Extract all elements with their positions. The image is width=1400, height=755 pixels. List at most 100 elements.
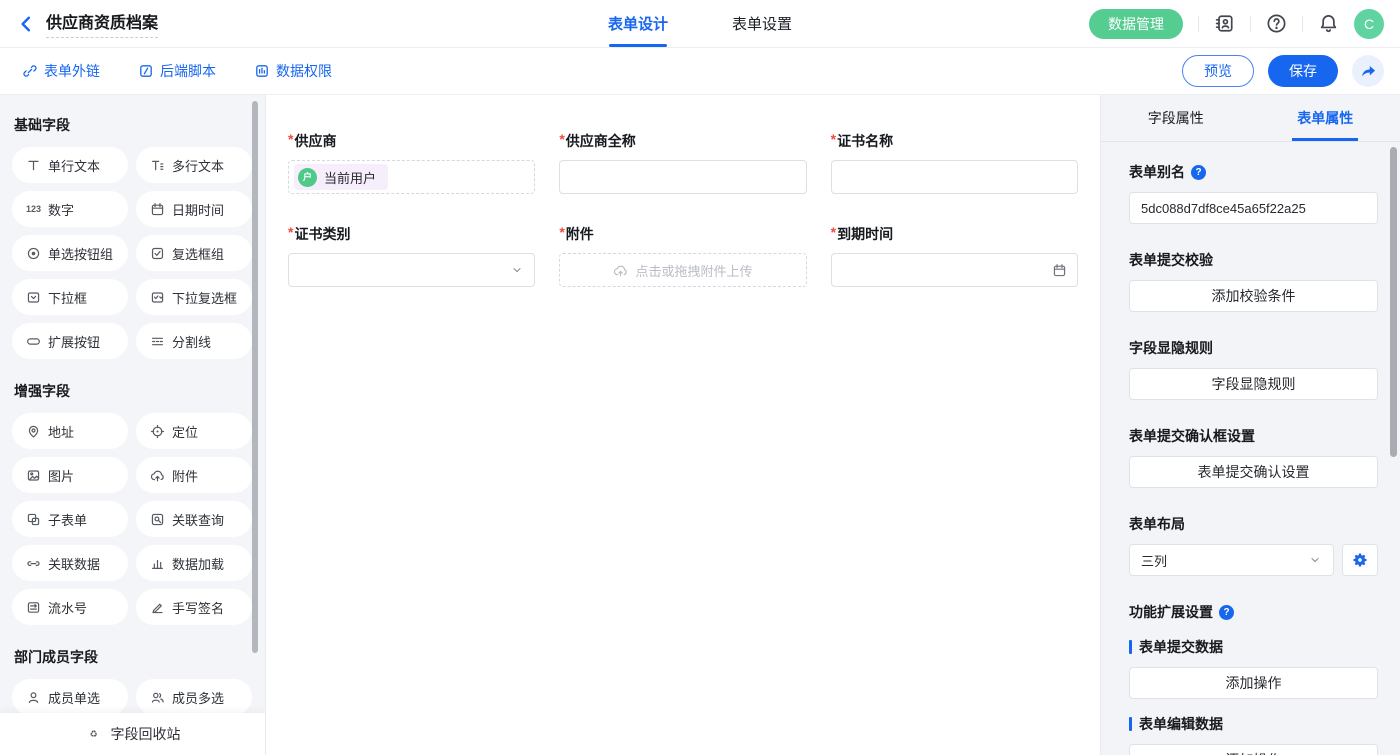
field-pill-label: 多行文本 <box>172 156 224 175</box>
field-label-text: 到期时间 <box>837 224 893 244</box>
tab-form-properties[interactable]: 表单属性 <box>1251 95 1400 141</box>
current-user-tag[interactable]: 户当前用户 <box>294 164 388 190</box>
required-asterisk: * <box>831 224 836 244</box>
tab-form-settings[interactable]: 表单设置 <box>732 0 792 47</box>
field-pill[interactable]: 附件 <box>136 457 252 493</box>
accent-bar <box>1129 717 1132 731</box>
single-line-text-icon <box>26 158 41 173</box>
calendar-icon <box>1052 263 1067 278</box>
question-help-icon[interactable]: ? <box>1191 165 1206 180</box>
properties-panel: 字段属性 表单属性 表单别名?5dc088d7df8ce45a65f22a25表… <box>1100 95 1400 755</box>
field-label-text: 供应商 <box>294 131 336 151</box>
date-field[interactable] <box>831 253 1078 287</box>
layout-settings-button[interactable] <box>1342 544 1378 576</box>
form-alias-input[interactable]: 5dc088d7df8ce45a65f22a25 <box>1129 192 1378 224</box>
help-icon[interactable] <box>1266 13 1287 34</box>
toolbar-right: 预览 保存 <box>1182 55 1384 87</box>
dataload-icon <box>150 556 165 571</box>
panel-subsection-title-text: 表单提交数据 <box>1139 637 1223 657</box>
field-pill[interactable]: 数据加载 <box>136 545 252 581</box>
field-pill[interactable]: 定位 <box>136 413 252 449</box>
field-pill[interactable]: 单行文本 <box>12 147 128 183</box>
field-pill-label: 关联数据 <box>48 554 100 573</box>
tab-field-properties[interactable]: 字段属性 <box>1101 95 1251 141</box>
panel-subsection-title: 表单编辑数据 <box>1129 714 1378 734</box>
field-pill[interactable]: 下拉框 <box>12 279 128 315</box>
form-layout-row: 三列 <box>1129 544 1378 576</box>
question-help-icon[interactable]: ? <box>1219 605 1234 620</box>
member-icon <box>26 690 41 705</box>
field-pill-label: 下拉框 <box>48 288 87 307</box>
user-field-box[interactable]: 户当前用户 <box>288 160 535 194</box>
field-pill[interactable]: 手写签名 <box>136 589 252 625</box>
back-icon[interactable] <box>16 14 36 34</box>
script-icon <box>138 63 154 79</box>
field-pill[interactable]: 单选按钮组 <box>12 235 128 271</box>
field-pill[interactable]: 地址 <box>12 413 128 449</box>
field-pill[interactable]: 图片 <box>12 457 128 493</box>
upload-field[interactable]: 点击或拖拽附件上传 <box>559 253 806 287</box>
sidebar-sections: 基础字段单行文本多行文本123数字日期时间单选按钮组复选框组下拉框下拉复选框扩展… <box>12 115 265 755</box>
required-asterisk: * <box>559 224 564 244</box>
toolbar-link-2[interactable]: 后端脚本 <box>138 61 216 81</box>
toolbar-link-1[interactable]: 表单外链 <box>22 61 100 81</box>
text-input-field[interactable] <box>559 160 806 194</box>
field-pill[interactable]: 下拉复选框 <box>136 279 252 315</box>
add-action-button[interactable]: 添加操作 <box>1129 744 1378 755</box>
bell-icon[interactable] <box>1318 13 1339 34</box>
panel-action-button[interactable]: 添加校验条件 <box>1129 280 1378 312</box>
tab-form-design[interactable]: 表单设计 <box>608 0 668 47</box>
field-pill-label: 成员单选 <box>48 688 100 707</box>
field-pill[interactable]: 关联查询 <box>136 501 252 537</box>
field-pill[interactable]: 扩展按钮 <box>12 323 128 359</box>
share-button[interactable] <box>1352 55 1384 87</box>
attachment-icon <box>150 468 165 483</box>
serial-icon <box>26 600 41 615</box>
preview-button[interactable]: 预览 <box>1182 55 1254 87</box>
toolbar-link-label: 后端脚本 <box>160 61 216 81</box>
accent-bar <box>1129 640 1132 654</box>
field-recycle-bin[interactable]: ♻ 字段回收站 <box>0 713 265 755</box>
field-pill[interactable]: 成员多选 <box>136 679 252 715</box>
field-pill[interactable]: 复选框组 <box>136 235 252 271</box>
field-pill[interactable]: 分割线 <box>136 323 252 359</box>
data-manage-button[interactable]: 数据管理 <box>1089 9 1183 39</box>
field-pill[interactable]: 流水号 <box>12 589 128 625</box>
avatar[interactable]: C <box>1354 9 1384 39</box>
field-pill-label: 复选框组 <box>172 244 224 263</box>
field-pill[interactable]: 成员单选 <box>12 679 128 715</box>
field-pill[interactable]: 123数字 <box>12 191 128 227</box>
add-action-button[interactable]: 添加操作 <box>1129 667 1378 699</box>
select-field[interactable] <box>288 253 535 287</box>
cloud-upload-icon <box>613 263 628 278</box>
subform-icon <box>26 512 41 527</box>
form-canvas: *供应商户当前用户*供应商全称*证书名称*证书类别*附件点击或拖拽附件上传*到期… <box>266 95 1100 755</box>
chevron-down-icon <box>510 263 524 277</box>
toolbar-links: 表单外链 后端脚本 数据权限 <box>16 61 332 81</box>
form-layout-select[interactable]: 三列 <box>1129 544 1334 576</box>
canvas-field: *供应商户当前用户 <box>288 131 535 194</box>
contacts-icon[interactable] <box>1214 13 1235 34</box>
field-label-text: 证书类别 <box>294 224 350 244</box>
sidebar-scrollbar[interactable] <box>252 101 258 653</box>
save-button[interactable]: 保存 <box>1268 55 1338 87</box>
form-layout-value: 三列 <box>1141 551 1167 570</box>
panel-scrollbar[interactable] <box>1390 147 1397 457</box>
field-pill-label: 子表单 <box>48 510 87 529</box>
panel-action-button[interactable]: 字段显隐规则 <box>1129 368 1378 400</box>
field-pill[interactable]: 日期时间 <box>136 191 252 227</box>
panel-section-title-text: 表单提交校验 <box>1129 250 1213 270</box>
field-pill[interactable]: 关联数据 <box>12 545 128 581</box>
toolbar-link-3[interactable]: 数据权限 <box>254 61 332 81</box>
panel-action-button[interactable]: 表单提交确认设置 <box>1129 456 1378 488</box>
canvas-field: *供应商全称 <box>559 131 806 194</box>
panel-section-title: 功能扩展设置? <box>1129 602 1378 622</box>
header-right: 数据管理 C <box>1089 9 1384 39</box>
field-pill[interactable]: 子表单 <box>12 501 128 537</box>
field-label: *到期时间 <box>831 224 1078 244</box>
checkbox-icon <box>150 246 165 261</box>
multiselect-icon <box>150 290 165 305</box>
text-input-field[interactable] <box>831 160 1078 194</box>
canvas-field: *附件点击或拖拽附件上传 <box>559 224 806 287</box>
field-pill[interactable]: 多行文本 <box>136 147 252 183</box>
